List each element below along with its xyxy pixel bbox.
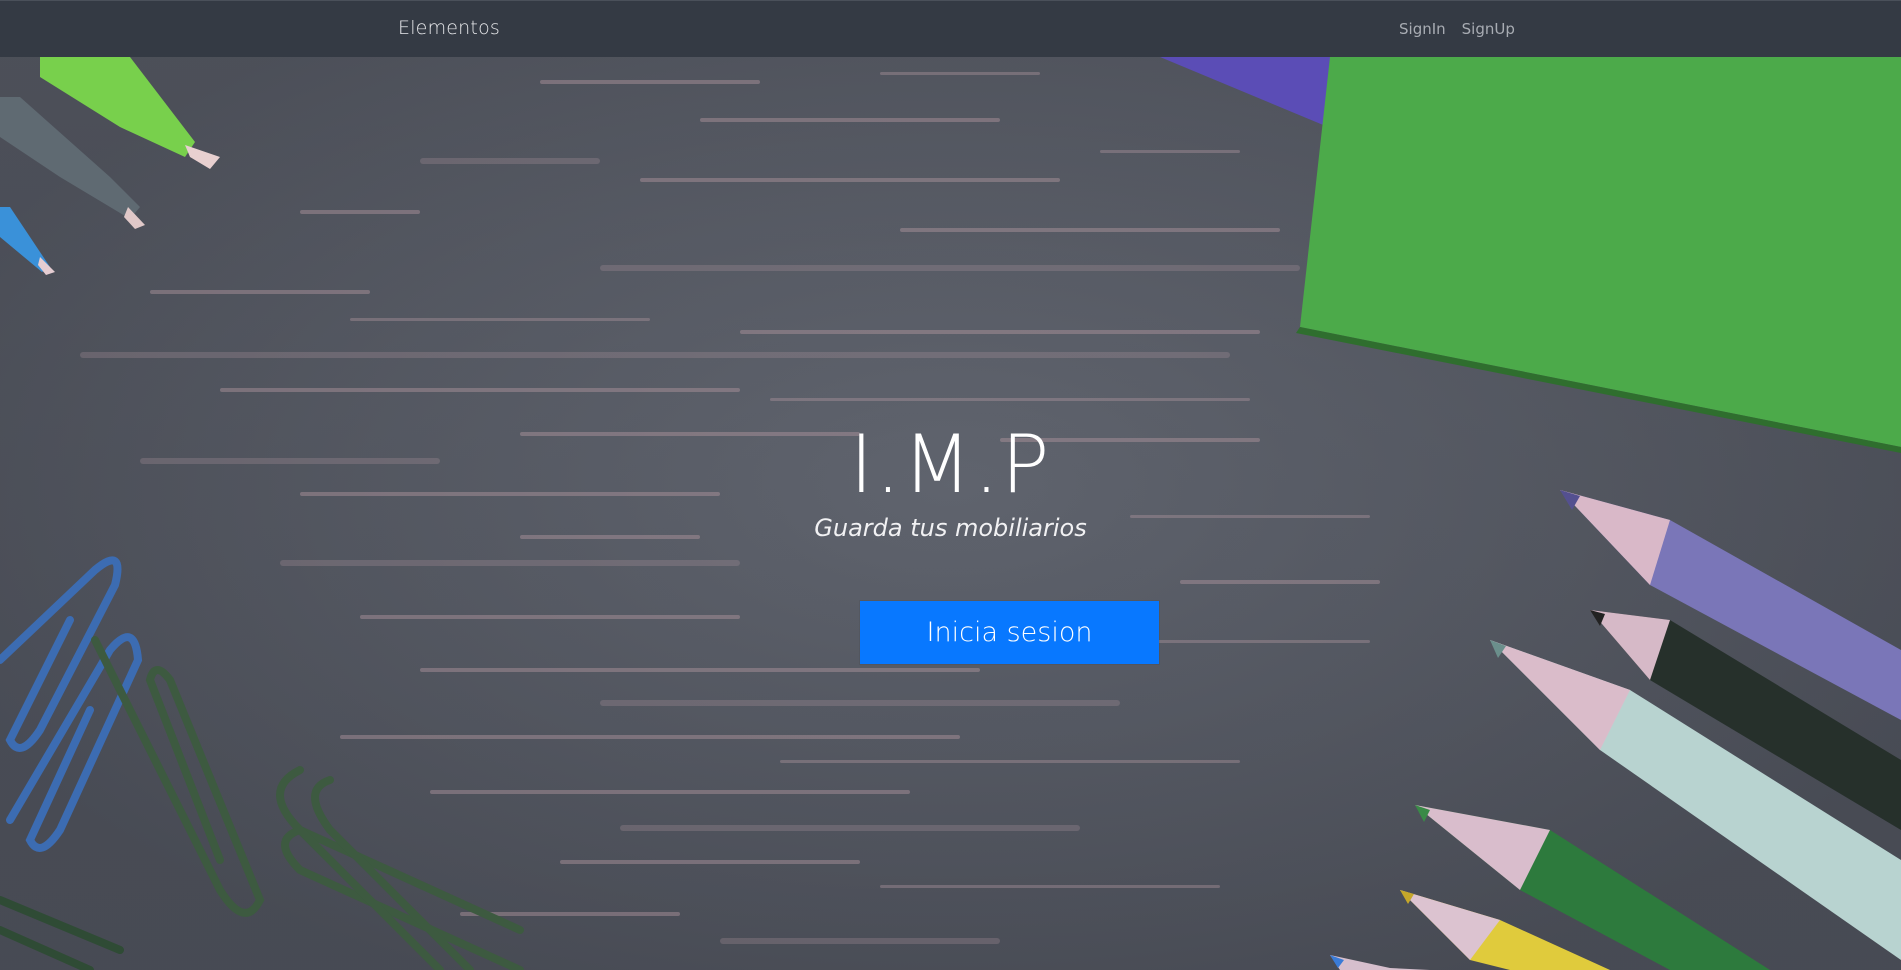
signin-link[interactable]: SignIn bbox=[1399, 20, 1446, 38]
hero-subtitle: Guarda tus mobiliarios bbox=[814, 514, 1087, 542]
signup-link[interactable]: SignUp bbox=[1462, 20, 1515, 38]
login-button[interactable]: Inicia sesion bbox=[860, 601, 1159, 664]
top-navbar: Elementos SignIn SignUp bbox=[0, 0, 1901, 57]
brand-link[interactable]: Elementos bbox=[398, 17, 500, 39]
hero-title: I.M.P bbox=[849, 418, 1052, 511]
hero-section: I.M.P Guarda tus mobiliarios Inicia sesi… bbox=[0, 57, 1901, 970]
nav-links: SignIn SignUp bbox=[1399, 20, 1515, 38]
